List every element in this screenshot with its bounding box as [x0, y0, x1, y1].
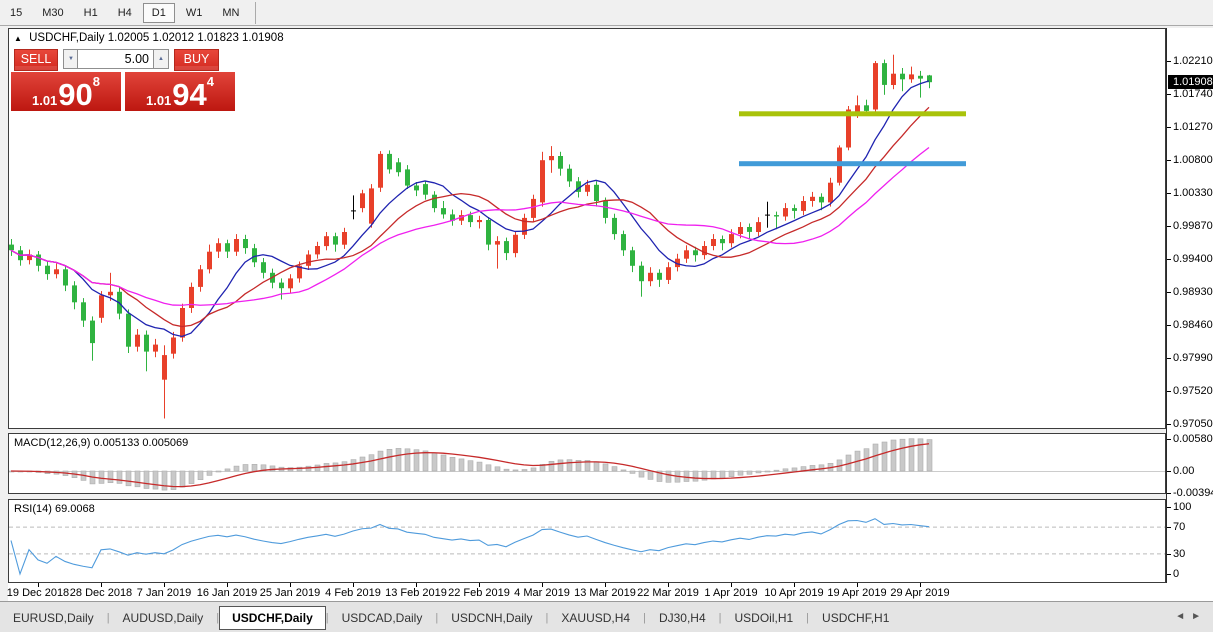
chevron-down-icon: ▼	[68, 56, 74, 62]
chart-tab-eurusd-daily[interactable]: EURUSD,Daily	[0, 606, 107, 630]
sell-price-main: 1.01	[31, 93, 58, 108]
toolbar-separator	[255, 1, 257, 24]
chart-tab-usdoil-h1[interactable]: USDOil,H1	[721, 606, 806, 630]
one-click-trading-panel: SELL ▼ 5.00 ▲ BUY 1.01 90 8 1.01 94 4	[10, 47, 250, 111]
macd-axis-label: 0.005805	[1173, 433, 1213, 445]
chart-tab-audusd-daily[interactable]: AUDUSD,Daily	[110, 606, 217, 630]
price-axis-label: 0.98930	[1173, 286, 1213, 298]
price-axis-label-tick	[1167, 259, 1171, 260]
chart-tab-usdcad-daily[interactable]: USDCAD,Daily	[329, 606, 436, 630]
tabs-scroll-right-icon[interactable]: ►	[1191, 611, 1207, 622]
timeframe-button-h1[interactable]: H1	[75, 3, 107, 23]
chart-tab-usdchf-h1[interactable]: USDCHF,H1	[809, 606, 902, 630]
price-axis-label: 0.97990	[1173, 352, 1213, 364]
price-axis-label-tick	[1167, 193, 1171, 194]
rsi-chart[interactable]	[9, 500, 1165, 582]
price-axis-label-tick	[1167, 325, 1171, 326]
sell-price-big: 90	[58, 77, 93, 112]
buy-price-big: 94	[172, 77, 207, 112]
macd-axis-label: -0.003945	[1173, 487, 1213, 499]
rsi-axis-label-tick	[1167, 554, 1171, 555]
price-axis-label-tick	[1167, 160, 1171, 161]
macd-label: MACD(12,26,9) 0.005133 0.005069	[14, 437, 189, 449]
time-axis-label: 29 Apr 2019	[890, 587, 950, 599]
sell-price-box[interactable]: 1.01 90 8	[11, 72, 121, 111]
chart-collapse-icon[interactable]: ▲	[14, 34, 22, 43]
price-axis-label: 0.99400	[1173, 253, 1213, 265]
buy-price-main: 1.01	[145, 93, 172, 108]
rsi-axis-label: 0	[1173, 568, 1180, 580]
price-axis-label-tick	[1167, 292, 1171, 293]
price-axis[interactable]: 1.02210 1.01740 1.01270 1.00800 1.00330 0.998…	[1166, 28, 1213, 601]
price-axis-label: 1.01740	[1173, 88, 1213, 100]
price-axis-label-tick	[1167, 94, 1171, 95]
price-axis-label: 0.99870	[1173, 220, 1213, 232]
price-axis-label-tick	[1167, 226, 1171, 227]
timeframe-button-h4[interactable]: H4	[109, 3, 141, 23]
price-axis-label-tick	[1167, 358, 1171, 359]
price-axis-label: 1.00330	[1173, 187, 1213, 199]
chart-tabs-bar: EURUSD,Daily | AUDUSD,Daily | USDCHF,Daily | U…	[0, 601, 1213, 632]
macd-axis-label-tick	[1167, 439, 1171, 440]
rsi-axis-label: 70	[1173, 521, 1186, 533]
volume-input[interactable]: 5.00	[77, 49, 155, 69]
price-axis-label-tick	[1167, 391, 1171, 392]
price-axis-label-tick	[1167, 424, 1171, 425]
chart-tab-dj30-h4[interactable]: DJ30,H4	[646, 606, 719, 630]
price-axis-label: 0.98460	[1173, 319, 1213, 331]
chart-symbol-label: USDCHF,Daily	[29, 32, 105, 44]
chart-tab-xauusd-h4[interactable]: XAUUSD,H4	[548, 606, 643, 630]
current-price-tag: 1.01908	[1168, 75, 1213, 89]
tabs-scroll-arrows[interactable]: ◄►	[1175, 611, 1207, 622]
price-axis-label-tick	[1167, 127, 1171, 128]
timeframe-button-w1[interactable]: W1	[177, 3, 212, 23]
chart-title: ▲ USDCHF,Daily 1.02005 1.02012 1.01823 1…	[14, 32, 284, 44]
chart-tab-usdcnh-daily[interactable]: USDCNH,Daily	[438, 606, 545, 630]
macd-indicator-panel[interactable]: MACD(12,26,9) 0.005133 0.005069	[8, 433, 1166, 494]
buy-price-pip: 4	[206, 74, 215, 89]
timeframe-toolbar: 15 M30 H1 H4 D1 W1 MN	[0, 0, 1213, 26]
time-axis[interactable]: 19 Dec 2018 28 Dec 2018 7 Jan 2019 16 Jan 2…	[7, 583, 1213, 601]
volume-increase-button[interactable]: ▲	[153, 49, 169, 69]
tabs-scroll-left-icon[interactable]: ◄	[1175, 611, 1191, 622]
timeframe-button-d1[interactable]: D1	[142, 2, 175, 23]
price-axis-label: 1.02210	[1173, 55, 1213, 67]
timeframe-button-15[interactable]: 15	[1, 3, 31, 23]
price-axis-label: 0.97050	[1173, 418, 1213, 430]
chart-ohlc-values: 1.02005 1.02012 1.01823 1.01908	[107, 32, 284, 44]
price-axis-label: 1.00800	[1173, 154, 1213, 166]
chart-tab-usdchf-daily[interactable]: USDCHF,Daily	[219, 605, 326, 630]
rsi-axis-label-tick	[1167, 507, 1171, 508]
rsi-axis-label: 100	[1173, 501, 1192, 513]
sell-button[interactable]: SELL	[14, 49, 58, 71]
rsi-indicator-panel[interactable]: RSI(14) 69.0068	[8, 499, 1166, 583]
rsi-axis-label-tick	[1167, 527, 1171, 528]
rsi-axis-label-tick	[1167, 574, 1171, 575]
sell-price-pip: 8	[92, 74, 101, 89]
chevron-up-icon: ▲	[158, 56, 164, 62]
price-axis-label-tick	[1167, 61, 1171, 62]
rsi-axis-label: 30	[1173, 548, 1186, 560]
price-axis-label: 0.97520	[1173, 385, 1213, 397]
macd-axis-label-tick	[1167, 493, 1171, 494]
mt4-terminal-window: 15 M30 H1 H4 D1 W1 MN ▲ USDCHF,Daily 1.02005 1…	[0, 0, 1213, 632]
price-axis-label: 1.01270	[1173, 121, 1213, 133]
macd-axis-label: 0.00	[1173, 465, 1195, 477]
timeframe-button-mn[interactable]: MN	[213, 3, 248, 23]
price-chart-panel[interactable]: ▲ USDCHF,Daily 1.02005 1.02012 1.01823 1…	[8, 28, 1166, 429]
macd-axis-label-tick	[1167, 471, 1171, 472]
buy-button[interactable]: BUY	[174, 49, 219, 71]
buy-price-box[interactable]: 1.01 94 4	[125, 72, 235, 111]
rsi-label: RSI(14) 69.0068	[14, 503, 95, 515]
timeframe-button-m30[interactable]: M30	[33, 3, 72, 23]
